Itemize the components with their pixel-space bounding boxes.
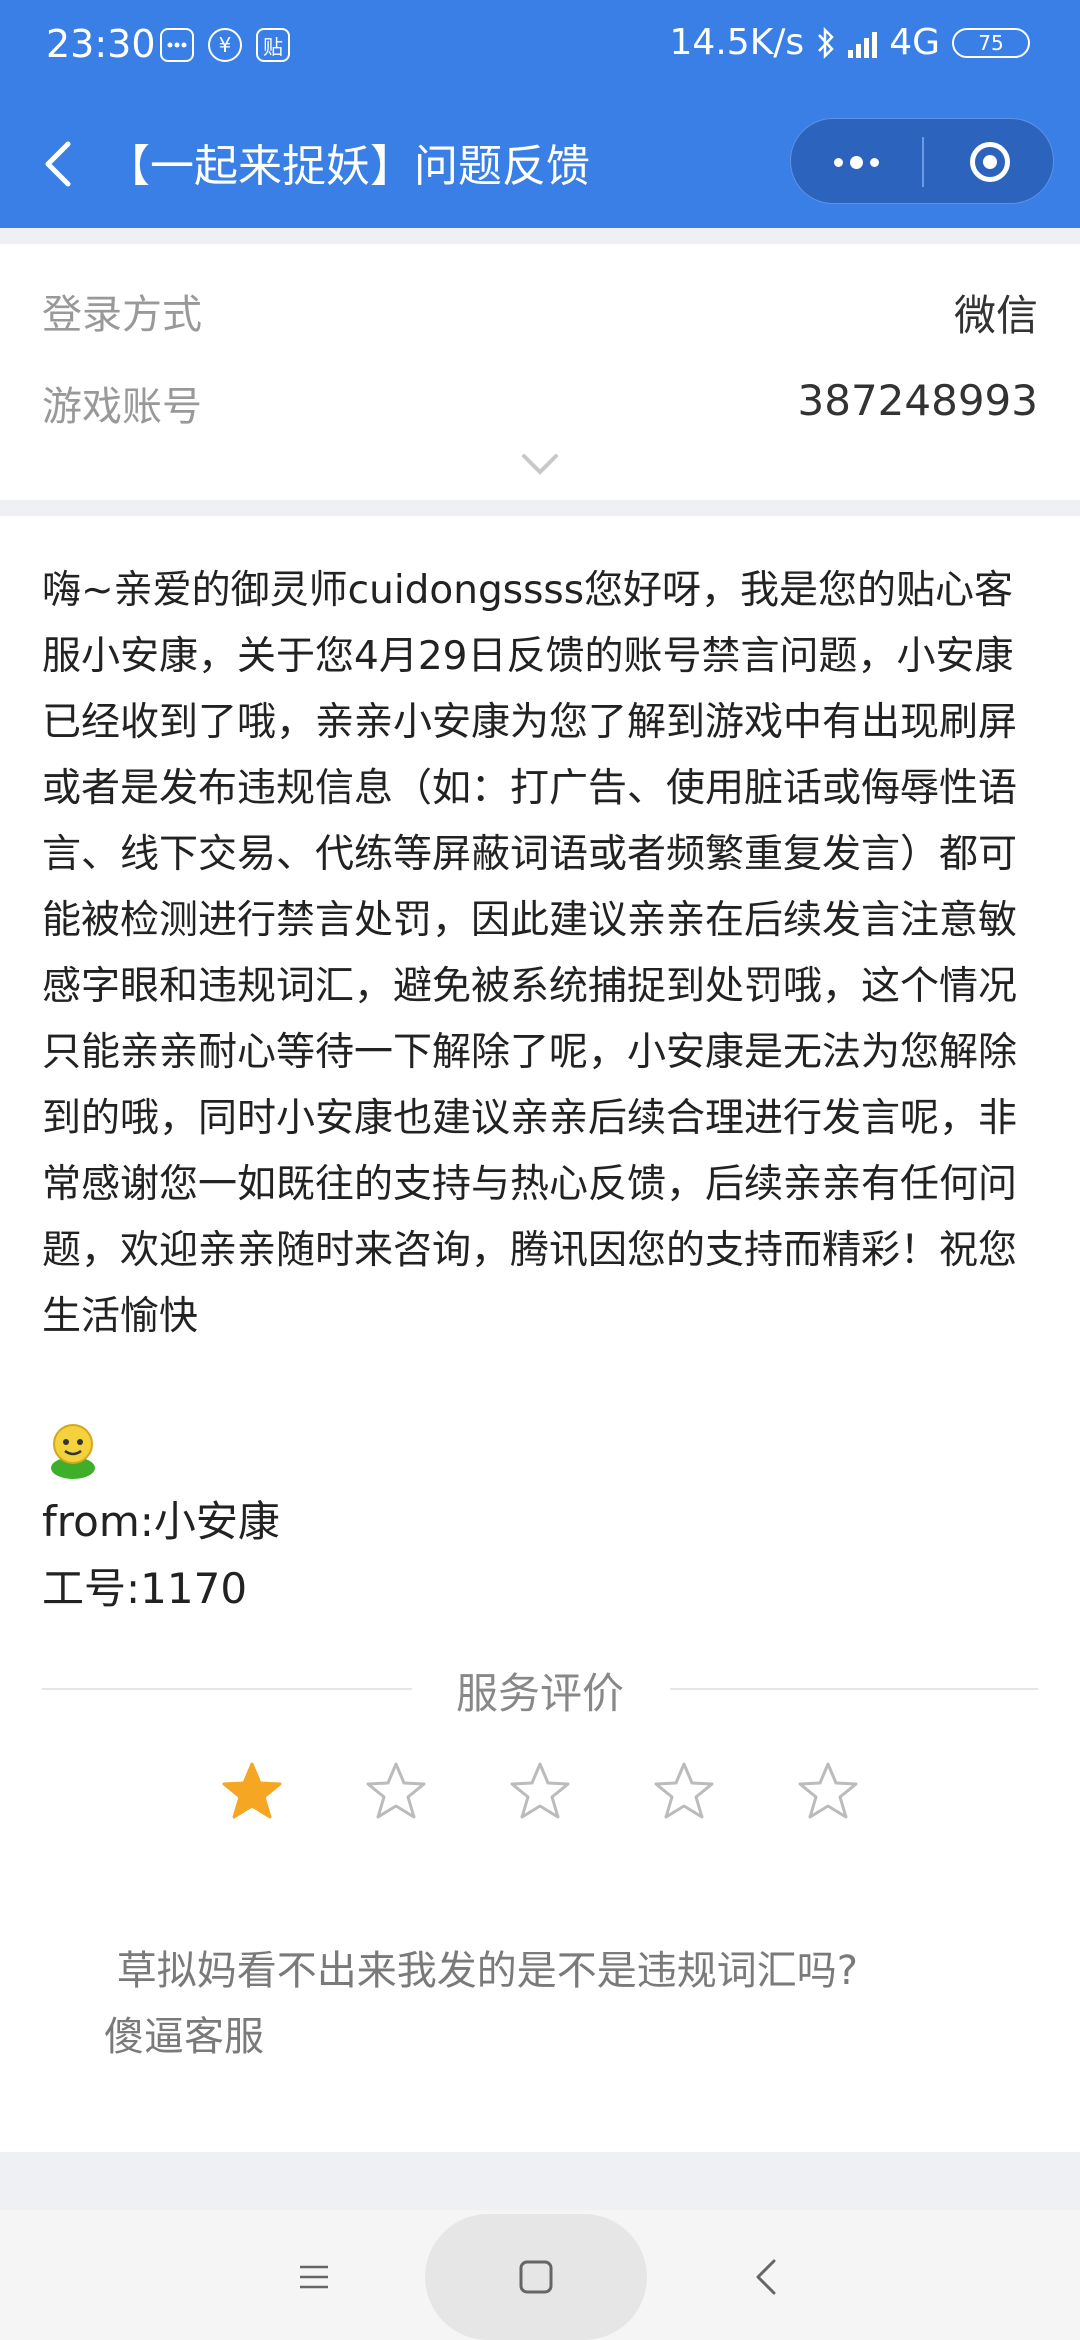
game-account-value: 387248993 <box>797 376 1039 425</box>
star-icon-1[interactable] <box>220 1760 284 1824</box>
staff-id: 工号:1170 <box>42 1564 248 1613</box>
chevron-left-icon <box>45 141 71 187</box>
page-title: 【一起来捉妖】问题反馈 <box>106 141 590 192</box>
status-bar: 23:30 ¥ 贴 14.5K/s 4G 75 <box>0 0 1080 100</box>
menu-icon <box>300 2265 328 2289</box>
user-comment: 草拟妈看不出来我发的是不是违规词汇吗? 傻逼客服 <box>104 1948 858 2060</box>
star-icon-4[interactable] <box>652 1760 716 1824</box>
expand-chevron-icon[interactable] <box>520 452 560 476</box>
status-right: 14.5K/s 4G 75 <box>670 22 1030 63</box>
menu-button[interactable] <box>284 2250 344 2304</box>
divider <box>0 500 1080 516</box>
divider <box>0 228 1080 244</box>
close-icon <box>969 142 1010 182</box>
system-nav-bar <box>0 2210 1080 2340</box>
star-icon-5[interactable] <box>796 1760 860 1824</box>
nav-back-button[interactable] <box>736 2250 796 2304</box>
yuan-icon: ¥ <box>208 28 242 62</box>
game-account-label: 游戏账号 <box>42 384 202 430</box>
tie-icon: 贴 <box>256 28 290 62</box>
smiley-emoji-icon <box>51 1424 95 1479</box>
reply-message: 嗨~亲爱的御灵师cuidongssss您好呀，我是您的贴心客服小安康，关于您4月… <box>42 568 1018 1339</box>
sender-from: from:小安康 <box>42 1497 280 1546</box>
title-bar: 【一起来捉妖】问题反馈 <box>0 100 1080 228</box>
bluetooth-icon <box>818 26 834 59</box>
divider <box>0 2152 1080 2210</box>
login-method-value: 微信 <box>953 291 1038 340</box>
network-type: 4G <box>889 22 940 63</box>
home-button[interactable] <box>506 2250 566 2304</box>
back-icon <box>756 2259 776 2295</box>
signal-icon <box>848 28 878 58</box>
star-icon-2[interactable] <box>364 1760 428 1824</box>
home-icon <box>519 2260 553 2294</box>
battery-icon: 75 <box>952 27 1030 58</box>
close-button[interactable] <box>924 119 1055 205</box>
more-button[interactable] <box>791 119 922 205</box>
notification-icons: ¥ 贴 <box>160 28 290 62</box>
login-method-label: 登录方式 <box>42 292 202 338</box>
back-button[interactable] <box>34 136 84 192</box>
net-speed: 14.5K/s <box>669 22 805 63</box>
message-icon <box>160 28 194 62</box>
star-icon-3[interactable] <box>508 1760 572 1824</box>
star-rating <box>220 1760 860 1824</box>
miniprogram-capsule <box>790 118 1054 204</box>
rating-title: 服务评价 <box>455 1669 624 1718</box>
battery-level: 75 <box>978 30 1004 55</box>
status-time: 23:30 <box>46 22 156 66</box>
